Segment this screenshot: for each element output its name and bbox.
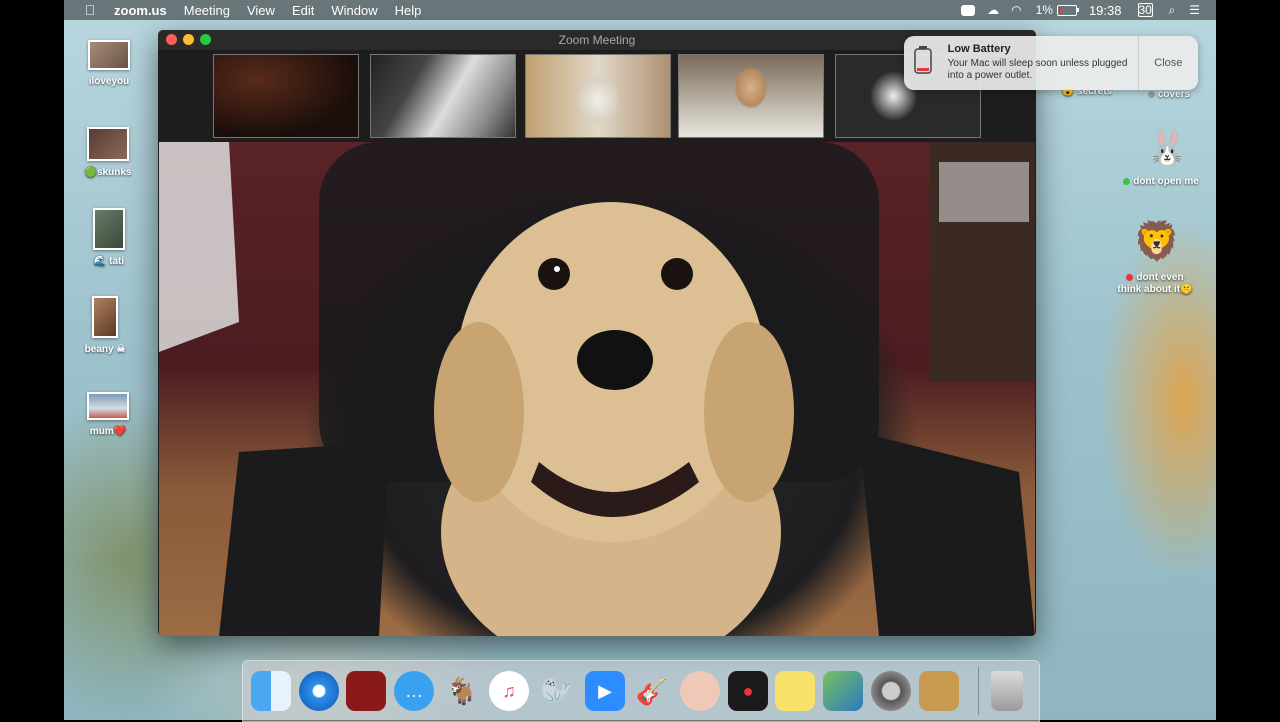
safari-icon[interactable] — [299, 671, 339, 711]
desktop-icon-dont-open-me[interactable]: 🐰 dont open me — [1116, 126, 1206, 187]
seal-app-icon[interactable]: 🦭 — [537, 671, 577, 711]
label-text: beany — [84, 344, 114, 355]
zoom-window-button[interactable] — [200, 34, 211, 45]
desktop-icon-label: iloveyou — [88, 76, 130, 87]
menu-window[interactable]: Window — [331, 3, 377, 18]
lion-icon: 🦁 — [1133, 221, 1181, 263]
garageband-icon[interactable]: 🎸 — [632, 671, 672, 711]
beany-thumbnail — [92, 296, 118, 338]
tag-dot — [1147, 90, 1155, 98]
finder-icon[interactable] — [251, 671, 291, 711]
itunes-icon[interactable]: ♫ — [489, 671, 529, 711]
menu-view[interactable]: View — [247, 3, 275, 18]
active-speaker-video[interactable] — [159, 142, 1035, 636]
desktop-icon-label: beany ☠ — [64, 344, 150, 355]
label-text: covers — [1157, 89, 1191, 100]
contacts-icon[interactable] — [919, 671, 959, 711]
mum-thumbnail — [87, 392, 129, 420]
goat-app-icon[interactable]: 🐐 — [442, 671, 482, 711]
emoji: 🤫 — [1180, 284, 1193, 295]
battery-icon[interactable] — [1056, 4, 1079, 16]
label-line1: dont even — [1136, 272, 1184, 283]
iloveyou-thumbnail — [88, 40, 130, 70]
photo-booth-icon[interactable] — [346, 671, 386, 711]
notification-title: Low Battery — [947, 43, 1011, 55]
label-text: mum — [89, 426, 114, 437]
spotlight-search-icon[interactable]: ⌕ — [1169, 3, 1176, 18]
label-text: tati — [109, 256, 125, 267]
menubar:  zoom.us Meeting View Edit Window Help … — [64, 0, 1216, 20]
apple-icon[interactable]:  — [80, 2, 100, 18]
wifi-icon[interactable]: ◠ — [1011, 3, 1021, 17]
tag-dot — [1126, 273, 1134, 281]
participant-tile-4[interactable] — [678, 54, 824, 138]
zoom-status-icon[interactable] — [961, 4, 976, 16]
skunks-thumbnail — [87, 127, 129, 161]
emoji: ☠ — [116, 344, 126, 355]
minimize-window-button[interactable] — [183, 34, 194, 45]
label-line2: think about it — [1117, 284, 1181, 295]
menu-meeting[interactable]: Meeting — [184, 3, 230, 18]
emoji: 🌊 — [93, 256, 107, 267]
menu-edit[interactable]: Edit — [292, 3, 314, 18]
clock[interactable]: 19:38 — [1089, 3, 1122, 18]
desktop-icon-covers[interactable]: covers — [1134, 89, 1204, 100]
label-text: skunks — [96, 167, 132, 178]
bunny-icon: 🐰 — [1146, 129, 1189, 167]
menu-app-name[interactable]: zoom.us — [114, 3, 167, 18]
battery-low-icon — [914, 46, 944, 90]
face-app-icon[interactable] — [680, 671, 720, 711]
menu-help[interactable]: Help — [395, 3, 422, 18]
desktop-icon-label: 🟢skunks — [64, 167, 153, 178]
zoom-icon[interactable]: ▶ — [585, 671, 625, 711]
dock: … 🐐 ♫ 🦭 ▶ 🎸 ● — [242, 660, 1040, 722]
dock-separator — [978, 667, 979, 715]
desktop-icon-dont-even-think[interactable]: 🦁 dont even think about it🤫 — [1110, 218, 1200, 296]
zoom-meeting-window[interactable]: Zoom Meeting — [158, 30, 1036, 636]
calendar-icon[interactable]: 30 — [1137, 3, 1153, 17]
desktop-icon-iloveyou[interactable]: iloveyou — [64, 40, 154, 87]
close-window-button[interactable] — [166, 34, 177, 45]
desktop-icon-tati[interactable]: 🌊 tati — [64, 208, 154, 267]
desktop-icon-label: dont even think about it🤫 — [1110, 272, 1200, 296]
photo-app-icon[interactable]: ● — [728, 671, 768, 711]
control-center-icon[interactable]: ☰ — [1189, 3, 1200, 17]
emoji: ❤️ — [113, 426, 127, 437]
notification-close-button[interactable]: Close — [1137, 36, 1198, 90]
trash-icon[interactable] — [991, 671, 1023, 711]
dog-video-frame — [159, 142, 1035, 636]
stickies-icon[interactable] — [775, 671, 815, 711]
desktop-icon-label: covers — [1134, 89, 1204, 100]
desktop-icon-skunks[interactable]: 🟢skunks — [64, 127, 153, 178]
participant-tile-1[interactable] — [213, 54, 359, 138]
messages-icon[interactable]: … — [394, 671, 434, 711]
desktop-icon-beany[interactable]: beany ☠ — [64, 296, 150, 355]
label-text: dont open me — [1133, 176, 1199, 187]
desktop-icon-label: 🌊 tati — [64, 256, 154, 267]
system-preferences-icon[interactable] — [871, 671, 911, 711]
desktop-icon-label: mum❤️ — [64, 426, 153, 437]
creative-cloud-icon[interactable]: ☁ — [987, 3, 999, 17]
desktop-icon-label: dont open me — [1116, 176, 1206, 187]
low-battery-notification[interactable]: Low Battery Your Mac will sleep soon unl… — [904, 36, 1198, 90]
emoji: 🟢 — [84, 167, 97, 178]
tati-thumbnail — [93, 208, 125, 250]
participant-tile-2[interactable] — [370, 54, 516, 138]
preview-icon[interactable] — [823, 671, 863, 711]
desktop-icon-mum[interactable]: mum❤️ — [64, 392, 153, 437]
window-title: Zoom Meeting — [558, 33, 636, 47]
tag-dot — [1123, 177, 1131, 185]
battery-percent[interactable]: 1% — [1036, 3, 1053, 17]
participant-tile-3[interactable] — [525, 54, 671, 138]
notification-body: Your Mac will sleep soon unless plugged … — [947, 58, 1128, 81]
